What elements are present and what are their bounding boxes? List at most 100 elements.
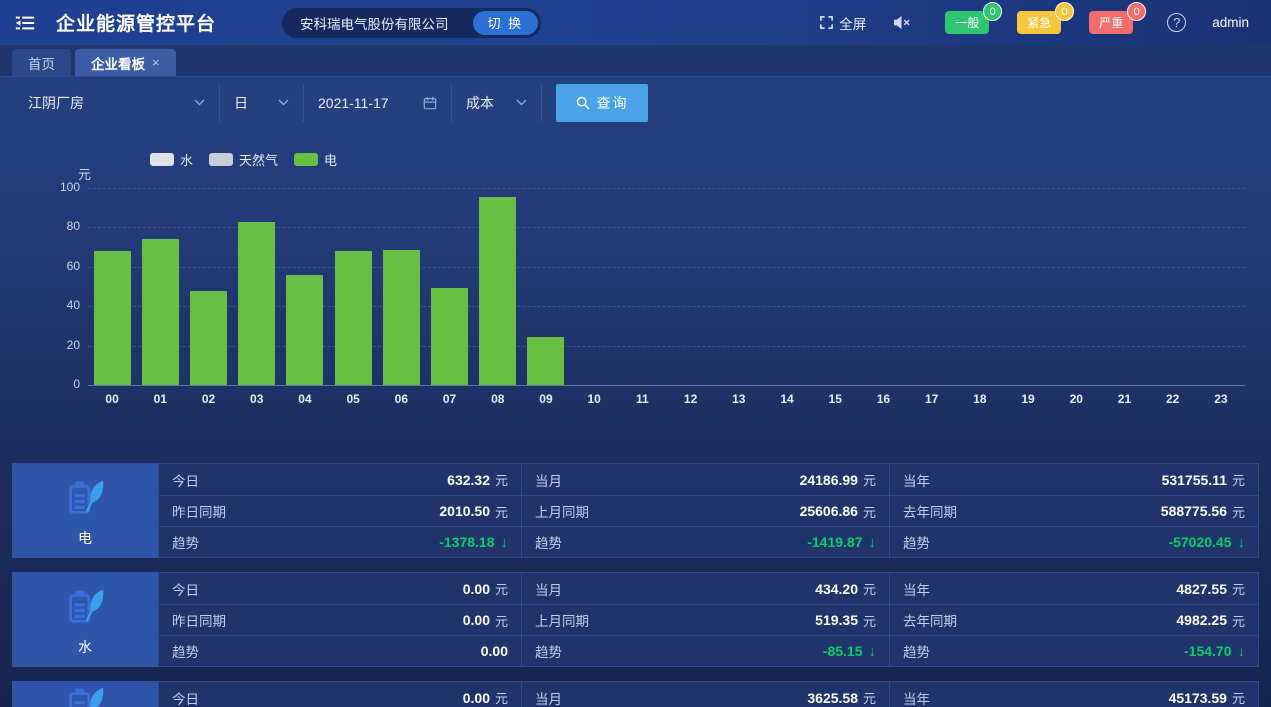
- user-name[interactable]: admin: [1212, 15, 1249, 30]
- chevron-down-icon: [278, 99, 289, 106]
- stat-label: 当年: [903, 470, 930, 490]
- stat-label: 今日: [172, 688, 199, 707]
- bar-电-07: [431, 288, 468, 385]
- legend-label: 电: [324, 150, 337, 169]
- x-tick-label: 19: [1004, 392, 1052, 406]
- tab-close-icon[interactable]: ×: [152, 55, 160, 70]
- stat-unit: 元: [495, 502, 508, 521]
- x-tick-label: 10: [570, 392, 618, 406]
- table-line: 趋势-1378.18↓趋势-1419.87↓趋势-57020.45↓: [159, 526, 1258, 557]
- stat-value: 45173.59: [1169, 690, 1227, 706]
- query-button-label: 查询: [597, 93, 629, 113]
- stat-cell-昨日同期: 昨日同期2010.50元: [159, 496, 521, 526]
- metric-select[interactable]: 成本: [452, 84, 542, 122]
- x-tick-label: 04: [281, 392, 329, 406]
- stat-unit: 元: [495, 579, 508, 598]
- bar-电-09: [527, 337, 564, 385]
- stat-cell-趋势: 趋势0.00: [159, 636, 521, 666]
- alarm-badge-一般[interactable]: 一般0: [945, 11, 989, 34]
- menu-fold-icon[interactable]: [14, 12, 36, 34]
- tab-企业看板[interactable]: 企业看板×: [75, 49, 176, 76]
- cost-bar-chart: 水天然气电 元 02040608010000010203040506070809…: [0, 128, 1271, 458]
- app-header: 企业能源管控平台 安科瑞电气股份有限公司 切 换 全屏 一般0紧急0严重0 ? …: [0, 0, 1271, 45]
- stat-cell-趋势: 趋势-154.70↓: [889, 636, 1258, 666]
- stat-value: -85.15: [823, 643, 863, 659]
- search-icon: [576, 96, 590, 110]
- x-tick-label: 03: [233, 392, 281, 406]
- calendar-icon: [423, 96, 437, 110]
- legend-item-水[interactable]: 水: [150, 150, 193, 169]
- fullscreen-button[interactable]: 全屏: [819, 13, 866, 33]
- energy-row-水: 水今日0.00元当月434.20元当年4827.55元昨日同期0.00元上月同期…: [12, 572, 1259, 667]
- legend-swatch: [209, 153, 233, 166]
- stat-label: 趋势: [535, 532, 562, 552]
- bar-电-00: [94, 251, 131, 385]
- alarm-count-bubble: 0: [1055, 2, 1074, 21]
- tab-首页[interactable]: 首页: [12, 49, 71, 76]
- period-select[interactable]: 日: [220, 84, 304, 122]
- trend-down-icon: ↓: [869, 534, 877, 551]
- legend-label: 天然气: [239, 150, 278, 169]
- stat-label: 今日: [172, 579, 199, 599]
- energy-type-label: 水: [78, 637, 92, 657]
- date-picker[interactable]: 2021-11-17: [304, 84, 452, 122]
- stat-label: 当月: [535, 579, 562, 599]
- mute-speaker-icon[interactable]: [892, 15, 911, 30]
- x-tick-label: 05: [329, 392, 377, 406]
- site-select[interactable]: 江阴厂房: [14, 84, 220, 122]
- x-tick-label: 00: [88, 392, 136, 406]
- legend-item-电[interactable]: 电: [294, 150, 337, 169]
- x-tick-label: 09: [522, 392, 570, 406]
- energy-cells: 今日0.00元当月3625.58元当年45173.59元: [158, 681, 1259, 707]
- y-tick-label: 0: [10, 377, 80, 391]
- switch-company-button[interactable]: 切 换: [473, 11, 539, 35]
- stat-label: 当月: [535, 470, 562, 490]
- legend-item-天然气[interactable]: 天然气: [209, 150, 278, 169]
- stat-unit: 元: [863, 470, 876, 489]
- bar-电-08: [479, 197, 516, 385]
- stat-value: -57020.45: [1168, 534, 1231, 550]
- energy-type-tile: 水: [12, 572, 158, 667]
- y-tick-label: 100: [10, 180, 80, 194]
- chevron-down-icon: [516, 99, 527, 106]
- y-tick-label: 20: [10, 338, 80, 352]
- stat-cell-当年: 当年531755.11元: [889, 464, 1258, 495]
- energy-summary-table: 电今日632.32元当月24186.99元当年531755.11元昨日同期201…: [12, 463, 1259, 707]
- x-tick-label: 08: [474, 392, 522, 406]
- date-picker-value: 2021-11-17: [318, 95, 389, 111]
- stat-unit: 元: [863, 611, 876, 630]
- x-tick-label: 20: [1052, 392, 1100, 406]
- help-icon[interactable]: ?: [1167, 13, 1186, 32]
- x-tick-label: 01: [136, 392, 184, 406]
- query-button[interactable]: 查询: [556, 84, 648, 122]
- tab-bar: 首页企业看板×: [0, 45, 1271, 77]
- alarm-badge-紧急[interactable]: 紧急0: [1017, 11, 1061, 34]
- alarm-badge-严重[interactable]: 严重0: [1089, 11, 1133, 34]
- energy-row-电: 电今日632.32元当月24186.99元当年531755.11元昨日同期201…: [12, 463, 1259, 558]
- metric-select-value: 成本: [466, 93, 494, 113]
- stat-value: -154.70: [1184, 643, 1231, 659]
- bar-电-04: [286, 275, 323, 385]
- stat-value: -1378.18: [439, 534, 494, 550]
- stat-cell-趋势: 趋势-1419.87↓: [521, 527, 889, 557]
- energy-cells: 今日632.32元当月24186.99元当年531755.11元昨日同期2010…: [158, 463, 1259, 558]
- stat-cell-上月同期: 上月同期519.35元: [521, 605, 889, 635]
- x-tick-label: 06: [377, 392, 425, 406]
- stat-cell-去年同期: 去年同期588775.56元: [889, 496, 1258, 526]
- y-tick-label: 40: [10, 298, 80, 312]
- energy-type-tile: 电: [12, 463, 158, 558]
- stat-label: 去年同期: [903, 610, 957, 630]
- stat-value: 24186.99: [800, 472, 858, 488]
- trend-down-icon: ↓: [1238, 643, 1246, 660]
- stat-value: 0.00: [463, 581, 490, 597]
- period-select-value: 日: [234, 93, 248, 113]
- stat-value: 434.20: [815, 581, 858, 597]
- x-tick-label: 11: [618, 392, 666, 406]
- x-axis-line: [88, 385, 1245, 386]
- chart-legend: 水 天然气 电: [150, 150, 337, 169]
- alarm-badge-label: 一般: [955, 14, 979, 31]
- bar-电-01: [142, 239, 179, 385]
- stat-label: 趋势: [172, 532, 199, 552]
- alarm-count-bubble: 0: [983, 2, 1002, 21]
- filter-bar: 江阴厂房 日 2021-11-17 成本 查询: [0, 77, 1271, 128]
